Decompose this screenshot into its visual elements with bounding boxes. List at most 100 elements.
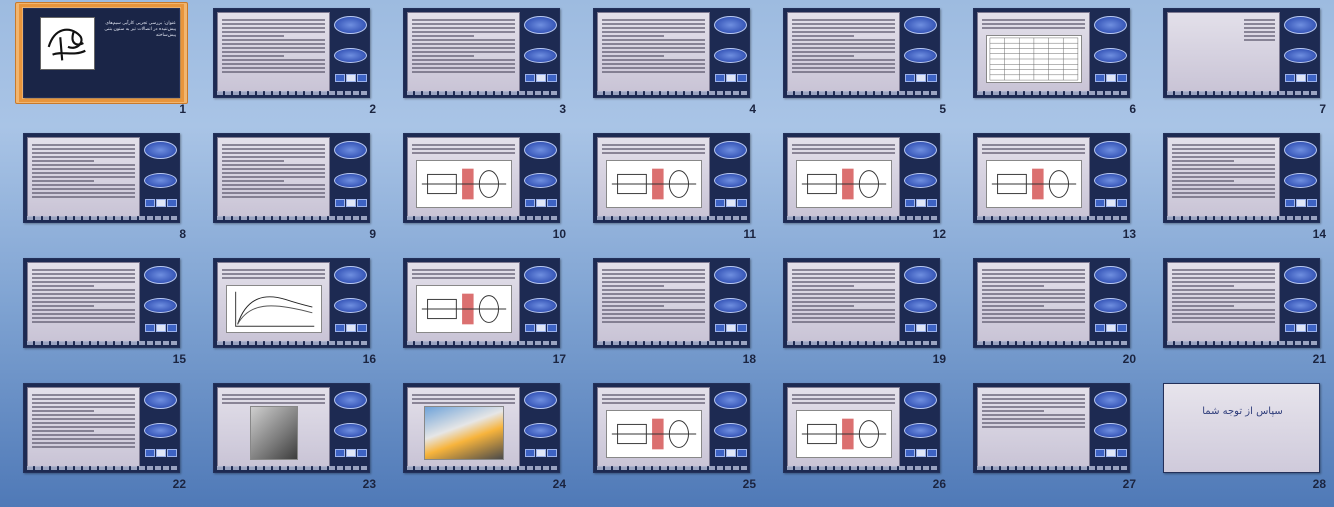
text-lines xyxy=(602,394,705,406)
graph-figure xyxy=(226,285,322,333)
nav-oval-button xyxy=(1094,298,1127,313)
nav-oval-button xyxy=(1284,173,1317,188)
slide-footer xyxy=(597,466,748,470)
nav-oval-button xyxy=(144,173,177,188)
slide-number: 16 xyxy=(362,352,376,366)
slide-preview xyxy=(593,258,750,348)
text-lines xyxy=(602,144,705,156)
slide-thumbnail[interactable]: 26 xyxy=(760,377,950,495)
side-navigation xyxy=(332,12,369,96)
slide-number: 5 xyxy=(939,102,946,116)
slide-thumbnail[interactable]: 20 xyxy=(950,252,1140,370)
nav-buttons xyxy=(525,324,557,332)
side-navigation xyxy=(522,137,559,221)
slide-footer xyxy=(977,341,1128,345)
text-lines xyxy=(222,144,325,200)
slide-thumbnail[interactable]: 18 xyxy=(570,252,760,370)
slide-thumbnail[interactable]: 14 xyxy=(1140,127,1330,245)
slide-footer xyxy=(1167,341,1318,345)
nav-oval-button xyxy=(524,266,557,284)
slide-preview xyxy=(593,383,750,473)
data-table xyxy=(986,35,1082,83)
text-lines xyxy=(412,19,515,75)
slide-thumbnail[interactable]: 17 xyxy=(380,252,570,370)
slide-thumbnail[interactable]: 21 xyxy=(1140,252,1330,370)
text-lines xyxy=(792,269,895,325)
nav-oval-button xyxy=(1094,16,1127,34)
nav-oval-button xyxy=(1284,48,1317,63)
slide-thumbnail[interactable]: 10 xyxy=(380,127,570,245)
nav-buttons xyxy=(525,199,557,207)
side-navigation xyxy=(1282,262,1319,346)
slide-number: 17 xyxy=(552,352,566,366)
thanks-text: سپاس از توجه شما xyxy=(1202,406,1283,417)
slide-thumbnail[interactable]: 22 xyxy=(0,377,190,495)
side-navigation xyxy=(522,12,559,96)
slide-content xyxy=(597,262,710,342)
slide-content xyxy=(407,387,520,467)
slide-thumbnail[interactable]: 11 xyxy=(570,127,760,245)
slide-content xyxy=(977,12,1090,92)
slide-thumbnail[interactable]: 25 xyxy=(570,377,760,495)
side-navigation xyxy=(712,137,749,221)
slide-footer xyxy=(597,216,748,220)
nav-buttons xyxy=(1095,199,1127,207)
slide-preview xyxy=(973,258,1130,348)
nav-oval-button xyxy=(1284,141,1317,159)
slide-thumbnail[interactable]: 13 xyxy=(950,127,1140,245)
text-lines xyxy=(32,269,135,325)
slide-content xyxy=(27,137,140,217)
nav-oval-button xyxy=(144,141,177,159)
slide-footer xyxy=(27,216,178,220)
slide-thumbnail[interactable]: 5 xyxy=(760,2,950,120)
slide-thumbnail[interactable]: سپاس از توجه شما 28 xyxy=(1140,377,1330,495)
slide-thumbnail[interactable]: 7 xyxy=(1140,2,1330,120)
slide-number: 19 xyxy=(932,352,946,366)
slide-preview xyxy=(403,133,560,223)
slide-thumbnail[interactable]: 9 xyxy=(190,127,380,245)
slide-number: 4 xyxy=(749,102,756,116)
slide-thumbnail[interactable]: 15 xyxy=(0,252,190,370)
slide-thumbnail[interactable]: 24 xyxy=(380,377,570,495)
text-lines xyxy=(412,144,515,156)
slide-footer xyxy=(217,341,368,345)
slide-thumbnail[interactable]: 27 xyxy=(950,377,1140,495)
slide-thumbnail[interactable]: 3 xyxy=(380,2,570,120)
text-lines xyxy=(792,19,895,75)
slide-preview xyxy=(1163,133,1320,223)
slide-content xyxy=(787,12,900,92)
slide-thumbnail[interactable]: 19 xyxy=(760,252,950,370)
calligraphy-logo xyxy=(40,17,95,70)
nav-oval-button xyxy=(1284,16,1317,34)
slide-thumbnail[interactable]: 8 xyxy=(0,127,190,245)
nav-buttons xyxy=(525,74,557,82)
slide-footer xyxy=(1167,91,1318,95)
slide-footer xyxy=(1167,216,1318,220)
text-lines xyxy=(412,394,515,406)
nav-oval-button xyxy=(1094,141,1127,159)
slide-content xyxy=(597,387,710,467)
slide-thumbnail[interactable]: 2 xyxy=(190,2,380,120)
slide-footer xyxy=(977,216,1128,220)
slide-thumbnail[interactable]: عنوان: بررسی تجربی کارآیی سیم‌های پیش‌تن… xyxy=(0,2,190,120)
slide-thumbnail[interactable]: 16 xyxy=(190,252,380,370)
nav-buttons xyxy=(145,199,177,207)
slide-preview: سپاس از توجه شما xyxy=(1163,383,1320,473)
slide-content xyxy=(217,387,330,467)
slide-content xyxy=(977,387,1090,467)
slide-preview xyxy=(973,8,1130,98)
slide-thumbnail[interactable]: 4 xyxy=(570,2,760,120)
slide-thumbnail[interactable]: 23 xyxy=(190,377,380,495)
nav-buttons xyxy=(715,449,747,457)
nav-oval-button xyxy=(1094,423,1127,438)
slide-content xyxy=(977,262,1090,342)
title-text: عنوان: بررسی تجربی کارآیی سیم‌های پیش‌تن… xyxy=(104,21,176,38)
slide-thumbnail[interactable]: 12 xyxy=(760,127,950,245)
side-navigation xyxy=(1092,387,1129,471)
text-lines xyxy=(1172,144,1275,200)
nav-oval-button xyxy=(334,423,367,438)
nav-oval-button xyxy=(1094,48,1127,63)
slide-preview xyxy=(23,258,180,348)
slide-number: 22 xyxy=(172,477,186,491)
slide-thumbnail[interactable]: 6 xyxy=(950,2,1140,120)
